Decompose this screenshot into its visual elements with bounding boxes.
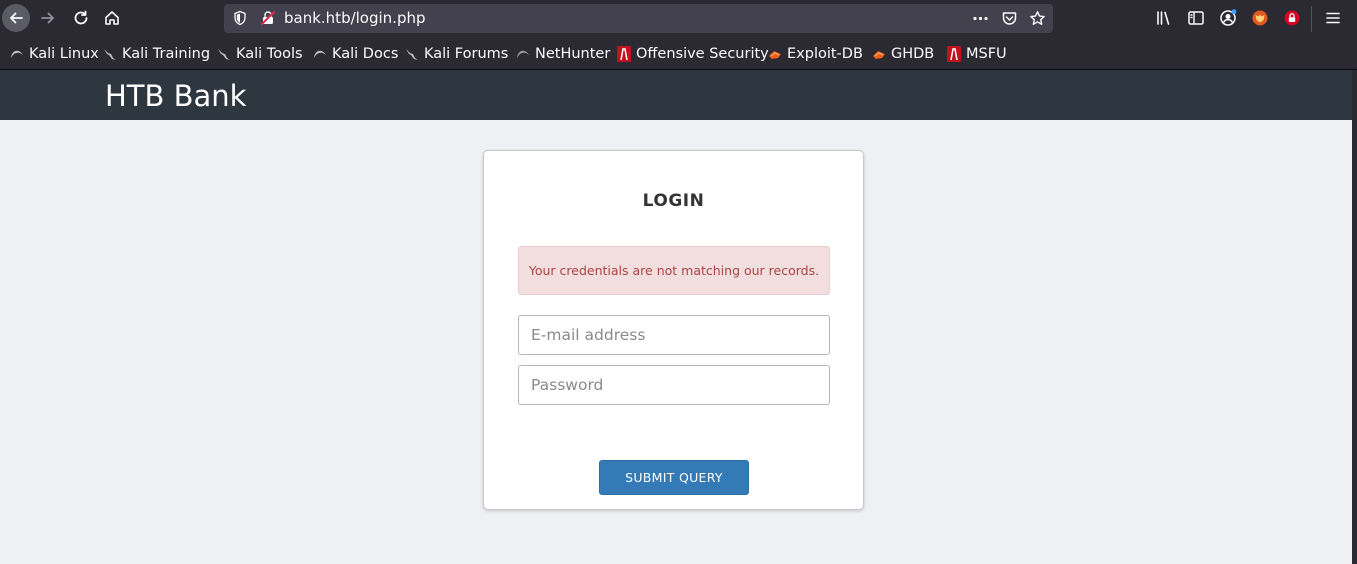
toolbar-divider: [1311, 6, 1312, 32]
bookmark-offensive-security[interactable]: Offensive Security: [617, 45, 769, 63]
url-bar[interactable]: bank.htb/login.php: [224, 4, 1053, 33]
forward-button[interactable]: [34, 4, 62, 32]
insecure-lock-icon[interactable]: [260, 10, 276, 26]
kali-dragon-icon: [517, 50, 529, 58]
browser-toolbar: bank.htb/login.php: [0, 0, 1357, 36]
bookmark-nethunter[interactable]: NetHunter: [516, 45, 610, 63]
bookmark-star-icon[interactable]: [1029, 10, 1046, 27]
site-brand[interactable]: HTB Bank: [105, 79, 246, 113]
bookmarks-bar: Kali Linux Kali Training Kali Tools Kali…: [0, 36, 1357, 70]
more-actions-icon[interactable]: [972, 10, 989, 27]
extension-fox-icon[interactable]: [1251, 9, 1269, 27]
bookmark-exploit-db[interactable]: Exploit-DB: [768, 45, 863, 63]
bookmark-msfu[interactable]: MSFU: [947, 45, 1007, 63]
home-icon: [105, 11, 119, 25]
kali-dragon-icon: [218, 49, 230, 60]
kali-dragon-icon: [406, 49, 418, 60]
kali-dragon-icon: [104, 49, 116, 60]
kali-dragon-icon: [11, 50, 23, 58]
sidebar-icon[interactable]: [1187, 9, 1205, 27]
bookmark-ghdb[interactable]: GHDB: [872, 45, 934, 63]
exploitdb-icon: [769, 51, 781, 59]
bookmark-kali-forums[interactable]: Kali Forums: [405, 45, 508, 63]
arrow-right-icon: [41, 12, 54, 24]
bookmark-kali-linux[interactable]: Kali Linux: [10, 45, 99, 63]
kali-dragon-icon: [314, 50, 326, 58]
login-title: LOGIN: [642, 191, 705, 211]
page-content: HTB Bank LOGIN Your credentials are not …: [0, 70, 1352, 564]
offsec-icon: [947, 46, 961, 62]
login-card: LOGIN Your credentials are not matching …: [483, 150, 864, 510]
scrollbar-gutter: [1352, 70, 1357, 564]
account-icon[interactable]: [1219, 9, 1237, 27]
password-field[interactable]: [518, 365, 830, 405]
url-text[interactable]: bank.htb/login.php: [284, 9, 426, 27]
error-alert: Your credentials are not matching our re…: [518, 246, 830, 295]
site-navbar: HTB Bank: [0, 70, 1352, 120]
library-icon[interactable]: [1155, 9, 1173, 27]
email-field[interactable]: [518, 315, 830, 355]
offsec-icon: [617, 46, 631, 62]
pocket-icon[interactable]: [1001, 10, 1018, 27]
bookmark-kali-training[interactable]: Kali Training: [103, 45, 210, 63]
reload-button[interactable]: [67, 4, 95, 32]
back-button[interactable]: [2, 4, 30, 32]
home-button[interactable]: [98, 4, 126, 32]
hamburger-menu-icon[interactable]: [1324, 9, 1342, 27]
extension-lock-icon[interactable]: [1283, 9, 1301, 27]
submit-button[interactable]: SUBMIT QUERY: [599, 460, 749, 495]
arrow-left-icon: [10, 12, 23, 24]
bookmark-kali-tools[interactable]: Kali Tools: [217, 45, 303, 63]
bookmark-kali-docs[interactable]: Kali Docs: [313, 45, 398, 63]
exploitdb-icon: [873, 51, 885, 59]
shield-icon[interactable]: [232, 10, 248, 26]
error-message: Your credentials are not matching our re…: [528, 263, 820, 278]
reload-icon: [74, 10, 88, 25]
